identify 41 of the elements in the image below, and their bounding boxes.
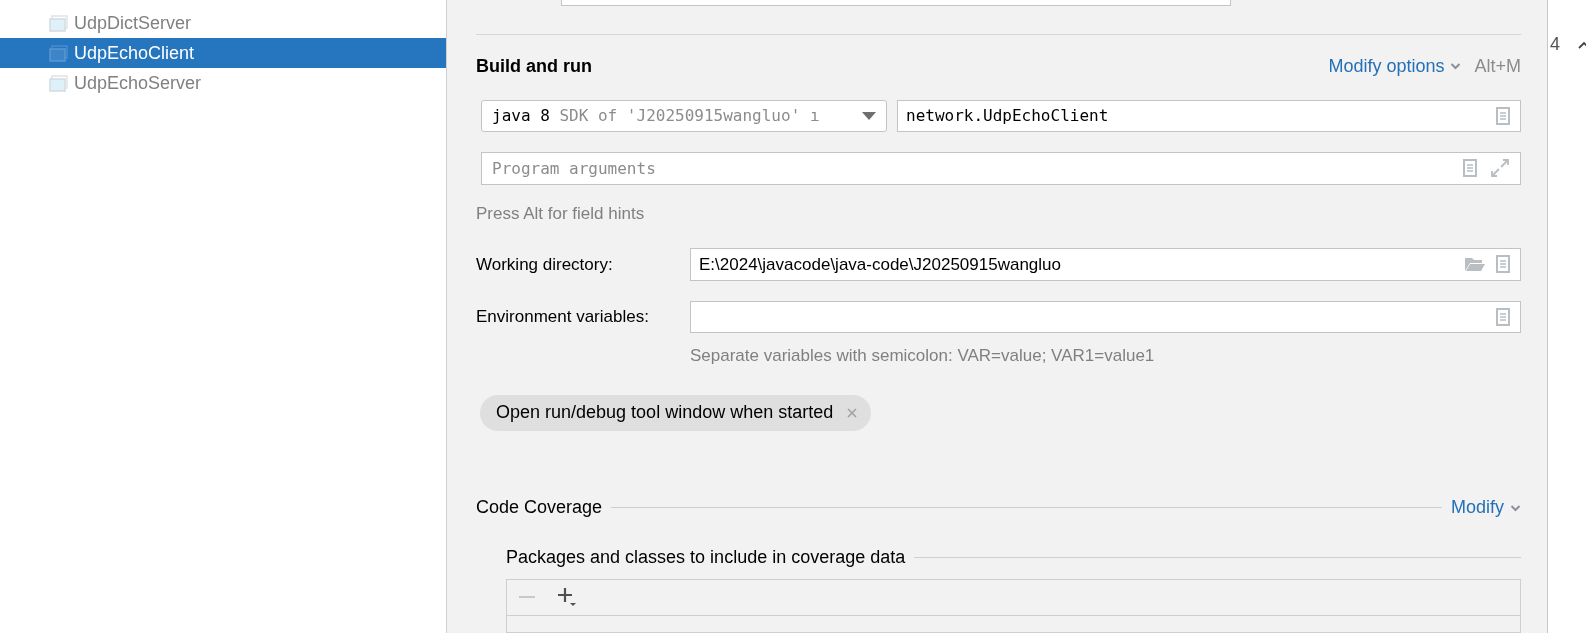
main-class-field[interactable]: network.UdpEchoClient — [897, 100, 1521, 133]
jre-value: java 8 — [492, 106, 550, 126]
document-icon[interactable] — [1496, 107, 1510, 126]
folder-icon[interactable] — [1464, 256, 1486, 273]
jre-hint: SDK of 'J20250915wangluo' ı — [559, 106, 820, 126]
text-field[interactable] — [561, 0, 1231, 6]
section-title: Code Coverage — [476, 496, 603, 520]
tree-item[interactable]: UdpDictServer — [0, 8, 446, 38]
document-icon[interactable] — [1496, 255, 1510, 274]
close-icon[interactable] — [847, 407, 858, 418]
modify-link[interactable]: Modify — [1451, 494, 1521, 522]
field-hint: Press Alt for field hints — [476, 202, 646, 225]
option-chip[interactable]: Open run/debug tool window when started — [480, 394, 872, 431]
subsection-title: Packages and classes to include in coverage data — [506, 546, 906, 570]
document-icon[interactable] — [1496, 307, 1510, 326]
field-label: Environment variables: — [476, 306, 650, 329]
window-icon — [49, 74, 68, 92]
main-class-value: network.UdpEchoClient — [906, 105, 1110, 128]
field-hint: Separate variables with semicolon: VAR=value; VAR1=value1 — [690, 345, 1156, 368]
program-arguments-field[interactable]: Program arguments — [481, 152, 1521, 185]
document-icon[interactable] — [1463, 159, 1477, 178]
working-directory-value: E:\2024\javacode\java-code\J20250915wangluo — [699, 253, 1062, 276]
line-number: 4 — [1550, 33, 1560, 56]
tree-item[interactable]: UdpEchoClient — [0, 38, 446, 68]
modify-options-link[interactable]: Modify options — [1328, 52, 1462, 80]
chevron-up-icon[interactable] — [1578, 40, 1586, 49]
expand-icon[interactable] — [1491, 159, 1509, 178]
dropdown-arrow-icon — [862, 112, 876, 121]
chevron-down-icon — [1510, 503, 1521, 512]
section-title: Build and run — [476, 54, 592, 78]
jre-dropdown[interactable]: java 8 SDK of 'J20250915wangluo' ı — [481, 100, 887, 133]
field-label: Working directory: — [476, 253, 614, 276]
window-icon — [49, 14, 68, 32]
tree-item[interactable]: UdpEchoServer — [0, 68, 446, 98]
chip-label: Open run/debug tool window when started — [496, 401, 834, 425]
chevron-down-icon — [1450, 62, 1462, 71]
shortcut-hint: Alt+M — [1474, 54, 1521, 78]
working-directory-field[interactable]: E:\2024\javacode\java-code\J20250915wangluo — [690, 248, 1521, 281]
window-icon — [49, 44, 68, 62]
add-icon[interactable] — [557, 587, 577, 608]
environment-variables-field[interactable] — [690, 300, 1521, 334]
